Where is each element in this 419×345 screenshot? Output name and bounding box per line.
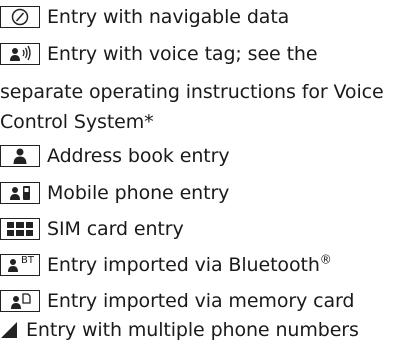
legend-label-sim: SIM card entry xyxy=(47,218,184,240)
legend-row-address-book: Address book entry xyxy=(0,141,230,171)
legend-row-sim: SIM card entry xyxy=(0,214,184,244)
person-voice-icon xyxy=(0,43,40,65)
legend-label-voice-tag: Entry with voice tag; see the xyxy=(47,43,318,65)
registered-mark: ® xyxy=(319,252,332,267)
person-bluetooth-icon: BT xyxy=(0,254,40,276)
legend-label-navigable: Entry with navigable data xyxy=(47,6,290,28)
legend-label-memory-card: Entry imported via memory card xyxy=(47,290,355,312)
compass-icon xyxy=(0,6,40,28)
person-icon xyxy=(0,145,40,167)
corner-triangle-icon xyxy=(0,319,22,341)
legend-label-address-book: Address book entry xyxy=(47,145,230,167)
legend-row-navigable: Entry with navigable data xyxy=(0,2,289,32)
bluetooth-tag: BT xyxy=(21,255,34,266)
legend-row-mobile: Mobile phone entry xyxy=(0,178,229,208)
legend-label-bluetooth-text: Entry imported via Bluetooth xyxy=(47,254,320,276)
person-mobile-icon xyxy=(0,182,40,204)
sim-card-icon xyxy=(0,218,40,240)
legend-label-bluetooth: Entry imported via Bluetooth® xyxy=(47,254,332,276)
legend-label-voice-tag-line2: separate operating instructions for Voic… xyxy=(0,81,384,103)
legend-label-multiple-numbers: Entry with multiple phone numbers xyxy=(26,319,359,341)
legend-row-memory-card: Entry imported via memory card xyxy=(0,286,354,316)
legend-label-mobile: Mobile phone entry xyxy=(47,182,230,204)
legend-label-voice-tag-line3: Control System* xyxy=(0,111,154,133)
person-memory-card-icon xyxy=(0,290,40,312)
legend-row-bluetooth: BT Entry imported via Bluetooth® xyxy=(0,250,332,280)
legend-row-voice-tag: Entry with voice tag; see the xyxy=(0,39,318,69)
